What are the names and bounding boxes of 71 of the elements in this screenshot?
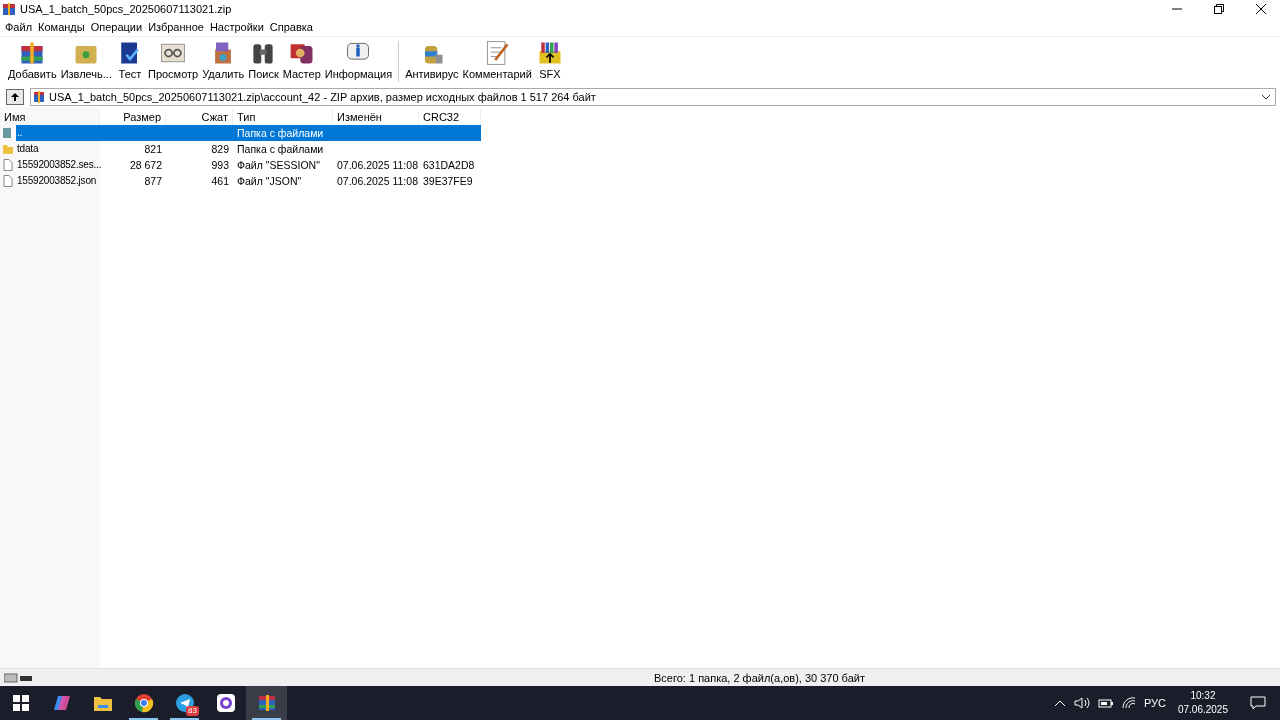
up-folder-button[interactable]	[6, 88, 24, 105]
paper-plane-icon	[174, 693, 195, 713]
file-row[interactable]: tdata 821 829 Папка с файлами	[0, 141, 1280, 157]
menu-item[interactable]: Операции	[88, 21, 147, 33]
table-cell: Файл "SESSION"	[237, 159, 320, 171]
drive-icon	[4, 672, 34, 683]
toolbar-button[interactable]: Просмотр	[145, 37, 201, 86]
taskbar-app-button[interactable]	[246, 686, 287, 720]
toolbar-button[interactable]: Удалить	[200, 37, 247, 86]
toolbar-button[interactable]: Мастер	[280, 37, 323, 86]
file-name: 15592003852.json	[16, 174, 98, 188]
language-indicator[interactable]: РУС	[1143, 697, 1166, 709]
caret-icon	[1261, 92, 1271, 101]
folder-icon	[2, 143, 14, 155]
chevron-up-icon[interactable]	[1053, 699, 1066, 707]
file-icon	[2, 175, 14, 187]
table-cell: 993	[211, 159, 229, 171]
menu-item[interactable]: Файл	[3, 21, 37, 33]
speaker-icon[interactable]	[1073, 697, 1090, 709]
wifi-icon[interactable]	[1121, 697, 1136, 709]
table-cell: 461	[211, 175, 229, 187]
toolbar-button[interactable]: Добавить	[6, 37, 59, 86]
toolbar-button[interactable]: Тест	[113, 37, 146, 86]
file-icon	[2, 159, 14, 171]
toolbar-button[interactable]: Антивирус	[403, 37, 461, 86]
toolbar-button[interactable]: SFX	[533, 37, 566, 86]
address-field[interactable]: USA_1_batch_50pcs_20250607113021.zip\account_42 - ZIP архив, размер исходных файлов 1 517 264 байт	[30, 87, 1276, 106]
taskbar-app-button[interactable]: 83	[164, 686, 205, 720]
table-cell: 07.06.2025 11:08	[337, 159, 418, 171]
status-text: Всего: 1 папка, 2 файл(а,ов), 30 370 байт	[654, 671, 865, 684]
windows-icon	[12, 695, 29, 711]
folder-up-icon	[2, 127, 14, 139]
table-cell: 28 672	[129, 159, 162, 171]
menu-item[interactable]: Избранное	[146, 21, 208, 33]
close-icon	[1256, 4, 1266, 14]
clock[interactable]: 10:32 07.06.2025	[1177, 689, 1228, 717]
table-cell: 877	[144, 175, 162, 187]
table-cell: 829	[211, 143, 229, 155]
table-cell: 07.06.2025 11:08	[337, 175, 418, 187]
folder-icon	[92, 694, 113, 712]
menu-item[interactable]: Справка	[267, 21, 317, 33]
copilot-icon	[51, 693, 72, 713]
menu-item[interactable]: Команды	[36, 21, 89, 33]
file-row[interactable]: .. Папка с файлами	[0, 125, 1280, 141]
archive-icon	[33, 90, 45, 103]
file-name: ..	[16, 126, 24, 140]
battery-icon[interactable]	[1097, 698, 1114, 708]
restore-icon	[1214, 4, 1224, 14]
toolbar-button[interactable]: Поиск	[246, 37, 281, 86]
table-cell: Файл "JSON"	[237, 175, 302, 187]
notifications-icon[interactable]	[1250, 696, 1266, 710]
notification-badge: 83	[186, 706, 199, 716]
archive-books-icon	[256, 694, 277, 712]
toolbar-button[interactable]: Извлечь...	[58, 37, 114, 86]
browser-icon	[133, 693, 154, 713]
window-title: USA_1_batch_50pcs_20250607113021.zip	[20, 3, 233, 15]
table-cell: Папка с файлами	[237, 127, 324, 139]
toolbar-button[interactable]: Комментарий	[460, 37, 534, 86]
table-cell: 39E37FE9	[423, 175, 473, 187]
table-cell: Папка с файлами	[237, 143, 324, 155]
file-row[interactable]: 15592003852.ses... 28 672 993 Файл "SESSION" 07.06.2025 11:08 631DA2D8	[0, 157, 1280, 173]
chat-icon	[215, 693, 236, 713]
file-row[interactable]: 15592003852.json 877 461 Файл "JSON" 07.06.2025 11:08 39E37FE9	[0, 173, 1280, 189]
table-cell: 821	[144, 143, 162, 155]
arrow-up-icon	[10, 91, 20, 102]
file-name: tdata	[16, 142, 40, 156]
app-icon	[2, 2, 16, 16]
file-name: 15592003852.ses...	[16, 158, 100, 172]
table-cell: 631DA2D8	[423, 159, 475, 171]
menu-item[interactable]: Настройки	[207, 21, 268, 33]
toolbar-button[interactable]: Информация	[322, 37, 395, 86]
